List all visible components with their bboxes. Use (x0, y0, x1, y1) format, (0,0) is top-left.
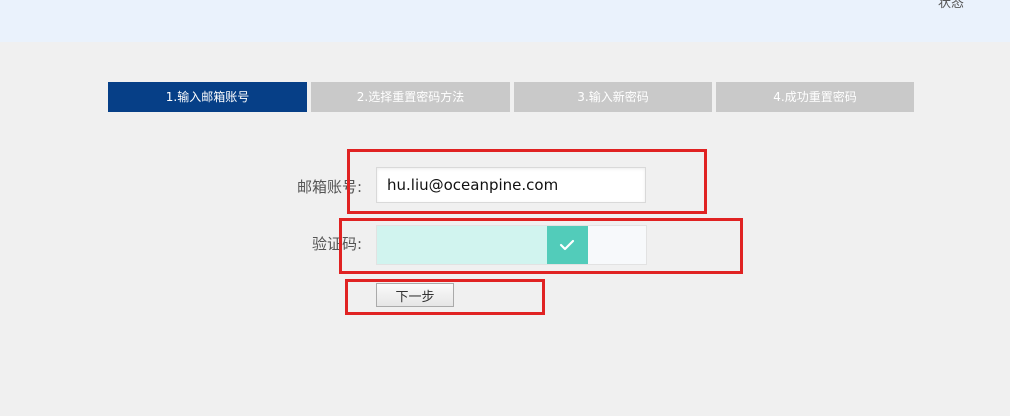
step-4-reset-success: 4.成功重置密码 (716, 82, 914, 112)
step-2-choose-method: 2.选择重置密码方法 (311, 82, 510, 112)
progress-steps: 1.输入邮箱账号 2.选择重置密码方法 3.输入新密码 4.成功重置密码 (108, 82, 914, 112)
step-3-new-password: 3.输入新密码 (514, 82, 712, 112)
highlight-box-email (347, 149, 707, 214)
step-1-enter-email: 1.输入邮箱账号 (108, 82, 307, 112)
top-corner-text: 状态 (937, 0, 964, 11)
top-banner: 状态 (0, 0, 1010, 42)
highlight-box-next (345, 279, 545, 315)
highlight-box-captcha (339, 218, 743, 274)
